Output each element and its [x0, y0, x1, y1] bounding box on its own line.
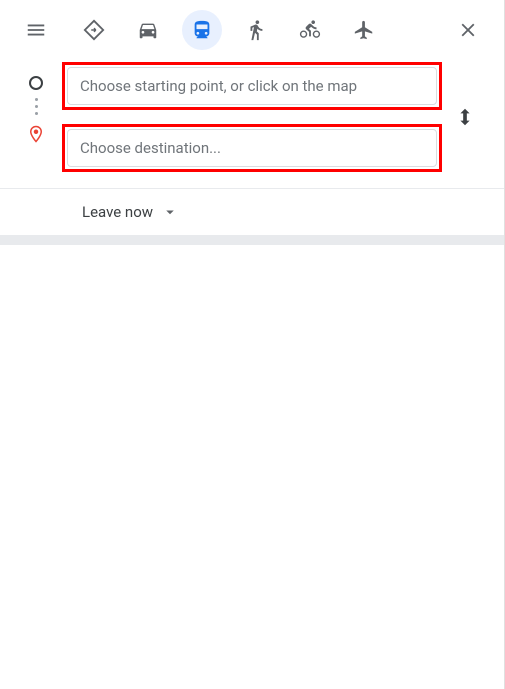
swap-button[interactable]	[454, 106, 476, 128]
section-separator	[0, 235, 504, 245]
depart-time-label: Leave now	[82, 203, 153, 221]
plane-icon	[353, 19, 375, 41]
close-button[interactable]	[448, 10, 488, 50]
depart-time-selector[interactable]: Leave now	[0, 189, 504, 235]
car-icon	[137, 19, 159, 41]
origin-input[interactable]	[67, 67, 437, 105]
cycling-icon	[299, 19, 321, 41]
mode-driving[interactable]	[128, 10, 168, 50]
destination-marker-icon	[27, 125, 45, 143]
close-icon	[457, 19, 479, 41]
origin-marker-icon	[29, 76, 43, 90]
mode-transit[interactable]	[182, 10, 222, 50]
destination-input[interactable]	[67, 129, 437, 167]
directions-icon	[83, 19, 105, 41]
transit-icon	[191, 19, 213, 41]
mode-walking[interactable]	[236, 10, 276, 50]
route-markers	[16, 62, 56, 172]
walking-icon	[245, 19, 267, 41]
menu-icon	[25, 19, 47, 41]
route-dots-icon	[35, 98, 38, 115]
origin-field-highlight	[62, 62, 442, 110]
swap-icon	[454, 106, 476, 128]
mode-flights[interactable]	[344, 10, 384, 50]
mode-cycling[interactable]	[290, 10, 330, 50]
chevron-down-icon	[161, 203, 179, 221]
mode-best[interactable]	[74, 10, 114, 50]
destination-field-highlight	[62, 124, 442, 172]
menu-button[interactable]	[16, 10, 56, 50]
